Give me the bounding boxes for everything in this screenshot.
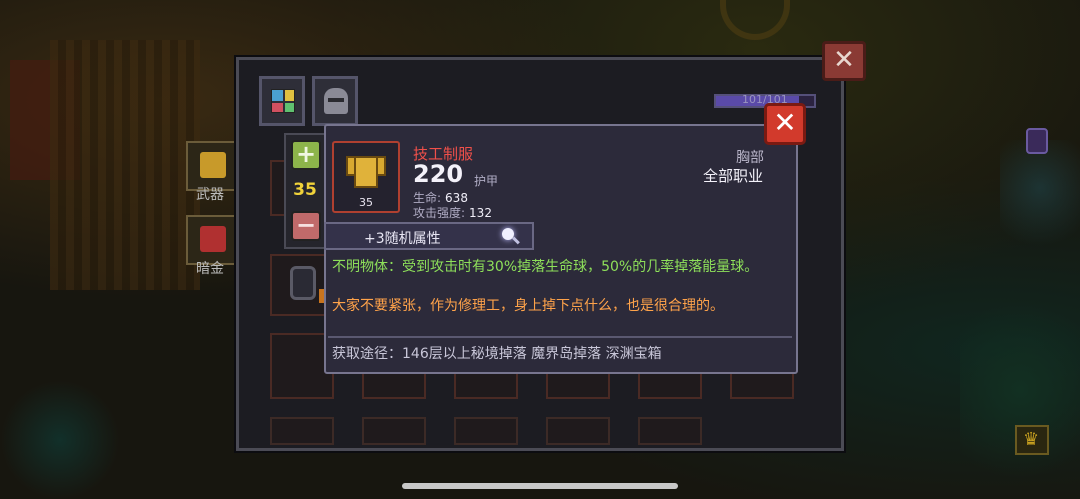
stat-value: 638 <box>445 191 468 205</box>
inventory-slot[interactable] <box>362 417 426 445</box>
home-indicator[interactable] <box>402 483 678 489</box>
grid-icon <box>271 89 295 113</box>
inventory-slot[interactable] <box>546 417 610 445</box>
background-foliage <box>0 380 120 499</box>
stat-row-attack: 攻击强度: 132 <box>413 204 492 221</box>
inventory-slot[interactable] <box>270 417 334 445</box>
inventory-slot[interactable] <box>454 417 518 445</box>
random-attributes-label: +3随机属性 <box>364 231 441 247</box>
crown-button[interactable]: ♛ <box>1015 425 1049 455</box>
dark-gold-icon <box>200 226 226 252</box>
background-tree <box>960 280 1080 499</box>
item-level: 35 <box>359 196 373 209</box>
weapon-icon <box>200 152 226 178</box>
magnifier-icon[interactable] <box>502 228 520 246</box>
stat-label: 攻击强度: <box>413 206 466 220</box>
tab-bag[interactable] <box>259 76 305 126</box>
item-source: 获取途径：146层以上秘境掉落 魔界岛掉落 深渊宝箱 <box>332 346 662 362</box>
stat-label: 生命: <box>413 191 442 205</box>
divider <box>328 336 792 338</box>
background-statue <box>1000 140 1080 260</box>
panel-close-button[interactable]: ✕ <box>822 41 866 81</box>
inventory-slot-armor[interactable] <box>270 254 332 316</box>
stat-value: 132 <box>469 206 492 220</box>
uniform-icon <box>346 152 386 190</box>
armor-icon <box>290 266 329 303</box>
quantity-value: 35 <box>293 180 317 200</box>
tab-equipment[interactable] <box>312 76 358 126</box>
random-attributes-bar[interactable]: +3随机属性 <box>324 222 534 250</box>
item-armor-label: 护甲 <box>474 174 499 188</box>
crown-icon: ♛ <box>1023 429 1040 450</box>
quantity-stepper: + 35 − <box>284 133 326 249</box>
gem-icon[interactable] <box>1026 128 1048 154</box>
dark-gold-label: 暗金 <box>196 261 224 277</box>
item-effect: 不明物体：受到攻击时有30%掉落生命球，50%的几率掉落能量球。 <box>332 259 759 275</box>
item-flavor-text: 大家不要紧张，作为修理工，身上掉下点什么，也是很合理的。 <box>332 298 724 314</box>
item-armor-value: 220 <box>413 160 464 188</box>
inventory-slot[interactable] <box>638 417 702 445</box>
increase-button[interactable]: + <box>291 140 321 170</box>
decrease-button[interactable]: − <box>291 211 321 241</box>
background-shelf <box>50 40 200 290</box>
item-class-restriction: 全部职业 <box>703 167 764 185</box>
weapon-label: 武器 <box>196 187 224 203</box>
helmet-icon <box>324 88 348 114</box>
tooltip-close-button[interactable]: ✕ <box>764 103 806 145</box>
item-slot-type: 胸部 <box>736 150 764 166</box>
